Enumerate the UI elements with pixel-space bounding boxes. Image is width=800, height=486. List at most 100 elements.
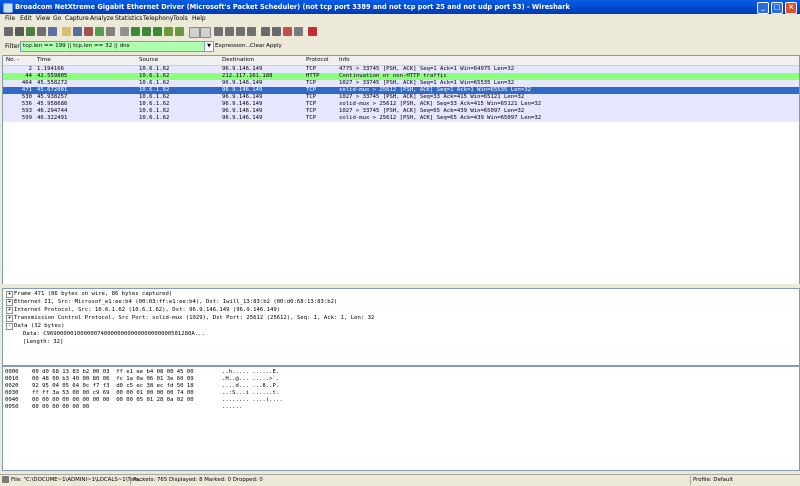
restart-icon[interactable] [48,27,57,36]
menu-statistics[interactable]: Statistics [115,15,142,22]
packet-cell-no: 593 [21,108,32,114]
find-icon[interactable] [120,27,129,36]
reload-icon[interactable] [95,27,104,36]
menu-capture[interactable]: Capture [65,15,89,22]
hex-offset: 0020 [5,383,19,389]
packet-cell-proto: TCP [306,80,317,86]
menu-edit[interactable]: Edit [20,15,32,22]
packet-cell-proto: TCP [306,66,317,72]
status-profile[interactable]: Profile: Default [693,477,733,483]
packet-row[interactable]: 599 46.322491 10.6.1.62 96.9.146.149 TCP soli… [3,115,799,122]
detail-line[interactable]: + Frame 471 (86 bytes on wire, 86 bytes c… [3,290,799,298]
detail-line[interactable]: + Ethernet II, Src: Microsof_e1:ee:b4 (00… [3,298,799,306]
goto-icon[interactable] [153,27,162,36]
packet-cell-no: 464 [21,80,32,86]
help-icon[interactable] [308,27,317,36]
stop-icon[interactable] [37,27,46,36]
menu-file[interactable]: File [5,15,15,22]
filter-input[interactable]: tcp.len == 199 || tcp.len == 32 || dns [20,41,206,52]
menu-view[interactable]: View [36,15,50,22]
zoom-in-icon[interactable] [214,27,223,36]
packet-cell-dst: 96.9.146.149 [222,101,263,107]
open-icon[interactable] [62,27,71,36]
packet-row[interactable]: 2 1.194166 10.6.1.62 96.9.146.149 TCP 4775 > … [3,66,799,73]
packet-cell-proto: TCP [306,87,317,93]
display-filters-icon[interactable] [272,27,281,36]
apply-button[interactable]: Apply [266,43,282,49]
packet-cell-info: 1027 > 33745 [PSH, ACK] Seq=65 Ack=439 W… [339,108,525,114]
packet-row[interactable]: 471 45.672001 10.6.1.62 96.9.146.149 TCP soli… [3,87,799,94]
packet-cell-proto: TCP [306,101,317,107]
detail-line[interactable]: - Data (32 bytes) [3,322,799,330]
packet-row[interactable]: 593 46.294744 10.6.1.62 96.9.146.149 TCP 1027… [3,108,799,115]
expert-info-icon[interactable] [2,476,9,483]
menu-tools[interactable]: Tools [173,15,188,22]
packet-list-pane[interactable]: No. - Time Source Destination Protocol I… [2,55,800,286]
detail-line[interactable]: [Length: 32] [3,338,799,346]
packet-cell-proto: TCP [306,115,317,121]
start-icon[interactable] [26,27,35,36]
menu-help[interactable]: Help [192,15,206,22]
packet-cell-proto: TCP [306,94,317,100]
normal-size-icon[interactable] [236,27,245,36]
minimize-button[interactable]: _ [757,2,769,14]
coloring-rules-icon[interactable] [283,27,292,36]
packet-cell-src: 10.6.1.62 [139,108,170,114]
column-header-info[interactable]: Info [339,57,350,63]
packet-row[interactable]: 536 45.958686 10.6.1.62 96.9.146.149 TCP soli… [3,101,799,108]
detail-line[interactable]: Data: C969000001000000740000000000000000… [3,330,799,338]
packet-cell-time: 45.672001 [37,87,68,93]
clear-button[interactable]: Clear [250,43,265,49]
menu-telephony[interactable]: Telephony [143,15,173,22]
packet-row[interactable]: 44 42.559805 10.6.1.62 212.117.161.188 HTTP C… [3,73,799,80]
forward-icon[interactable] [142,27,151,36]
close-button[interactable]: × [785,2,797,14]
column-header-protocol[interactable]: Protocol [306,57,329,63]
interfaces-icon[interactable] [4,27,13,36]
menu-analyze[interactable]: Analyze [90,15,114,22]
back-icon[interactable] [131,27,140,36]
packet-cell-dst: 96.9.146.149 [222,87,263,93]
detail-line[interactable]: + Transmission Control Protocol, Src Port… [3,314,799,322]
collapse-icon[interactable]: - [6,323,13,330]
column-header-no[interactable]: No. - [6,57,19,63]
filter-dropdown-button[interactable]: ▼ [204,41,214,52]
packet-cell-time: 45.938257 [37,94,68,100]
detail-line[interactable]: + Internet Protocol, Src: 10.6.1.62 (10.6… [3,306,799,314]
expand-icon[interactable]: + [6,315,13,322]
expand-icon[interactable]: + [6,307,13,314]
packet-cell-no: 44 [25,73,32,79]
options-icon[interactable] [15,27,24,36]
column-header-time[interactable]: Time [37,57,51,63]
packet-cell-src: 10.6.1.62 [139,101,170,107]
packet-cell-src: 10.6.1.62 [139,115,170,121]
packet-cell-info: 1027 > 33745 [PSH, ACK] Seq=1 Ack=1 Win=… [339,80,515,86]
menu-go[interactable]: Go [53,15,61,22]
first-icon[interactable] [164,27,173,36]
detail-text: [Length: 32] [23,339,64,345]
packet-bytes-pane[interactable]: 0000 00 d0 68 13 83 b2 00 03 ff e1 ee b4 … [2,366,800,471]
expand-icon[interactable]: + [6,299,13,306]
print-icon[interactable] [106,27,115,36]
menu-bar: File Edit View Go Capture Analyze Statis… [0,14,800,24]
last-icon[interactable] [175,27,184,36]
resize-columns-icon[interactable] [247,27,256,36]
packet-cell-info: 4775 > 33745 [PSH, ACK] Seq=1 Ack=1 Win=… [339,66,515,72]
expression-button[interactable]: Expression... [215,43,251,49]
packet-details-pane[interactable]: + Frame 471 (86 bytes on wire, 86 bytes c… [2,288,800,366]
maximize-button[interactable]: □ [771,2,783,14]
column-header-destination[interactable]: Destination [222,57,254,63]
capture-filters-icon[interactable] [261,27,270,36]
colorize-icon[interactable] [189,27,200,38]
packet-cell-info: solid-mux > 25612 [PSH, ACK] Seq=33 Ack=… [339,101,542,107]
preferences-icon[interactable] [294,27,303,36]
packet-row[interactable]: 464 45.558272 10.6.1.62 96.9.146.149 TCP 1027… [3,80,799,87]
zoom-out-icon[interactable] [225,27,234,36]
packet-row[interactable]: 530 45.938257 10.6.1.62 96.9.146.149 TCP 1027… [3,94,799,101]
close-file-icon[interactable] [84,27,93,36]
save-icon[interactable] [73,27,82,36]
autoscroll-icon[interactable] [200,27,211,38]
expand-icon[interactable]: + [6,291,13,298]
column-header-source[interactable]: Source [139,57,158,63]
status-bar: File: "C:\DOCUME~1\ADMINI~1\LOCALS~1\Tem… [0,474,800,486]
